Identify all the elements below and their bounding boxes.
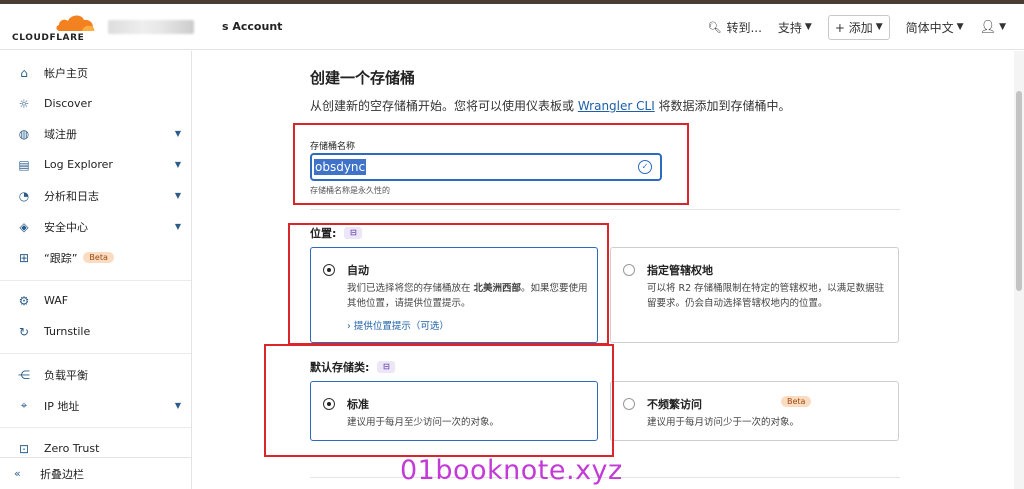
sidebar-item-label: 帐户主页	[44, 66, 88, 80]
sidebar-item-label: “跟踪”	[44, 251, 78, 265]
user-menu[interactable]: 👤︎ ▼	[980, 20, 1006, 35]
refresh-icon: ↻	[18, 324, 30, 339]
support-label: 支持	[777, 20, 802, 35]
log-icon: ▤	[18, 157, 30, 172]
scrollbar[interactable]	[1014, 51, 1024, 489]
chevron-down-icon: ▼	[174, 222, 181, 231]
sidebar-divider	[0, 280, 191, 281]
sidebar-item-home[interactable]: ⌂ 帐户主页	[0, 57, 191, 88]
language-menu[interactable]: 简体中文 ▼	[906, 19, 964, 36]
lock-icon: ⊡	[18, 441, 30, 456]
scrollbar-thumb[interactable]	[1016, 91, 1022, 291]
option-title: 不频繁访问	[647, 398, 702, 411]
sidebar-divider	[0, 353, 191, 354]
add-button[interactable]: + 添加 ▼	[827, 14, 890, 40]
chevron-down-icon: ▼	[174, 191, 181, 200]
option-title: 指定管辖权地	[647, 264, 713, 277]
sidebar-item-analytics[interactable]: ◔ 分析和日志 ▼	[0, 180, 191, 211]
sidebar-item-waf[interactable]: ⚙ WAF	[0, 285, 191, 316]
sidebar-item-label: Turnstile	[44, 325, 91, 338]
wrangler-cli-link[interactable]: Wrangler CLI	[578, 99, 655, 113]
collapse-sidebar-button[interactable]: « 折叠边栏	[0, 457, 191, 489]
radio-unselected[interactable]	[623, 264, 635, 276]
top-header: CLOUDFLARE s Account 🔍︎ 转到... 支持 ▼ + 添加 …	[0, 4, 1024, 50]
sidebar-item-discover[interactable]: ☼ Discover	[0, 88, 191, 119]
chevron-down-icon: ▼	[956, 22, 964, 32]
globe-icon: ◍	[18, 126, 30, 141]
sidebar-item-label: 域注册	[44, 127, 77, 141]
support-menu[interactable]: 支持 ▼	[778, 19, 812, 36]
sidebar-item-label: Log Explorer	[44, 158, 113, 171]
chevron-down-icon: ▼	[875, 22, 883, 32]
shield-icon: ◈	[19, 219, 29, 234]
chevron-down-icon: ▼	[174, 129, 181, 138]
sidebar: ⌂ 帐户主页 ☼ Discover ◍ 域注册 ▼ ▤ Log Explorer…	[0, 51, 192, 489]
sidebar-item-label: 负载平衡	[44, 368, 88, 382]
beta-badge: Beta	[781, 396, 812, 407]
location-jurisdiction-option[interactable]: 指定管辖权地 可以将 R2 存储桶限制在特定的管辖权地，以满足数据驻留要求。仍会…	[610, 247, 899, 343]
highlight-box	[264, 344, 614, 457]
sidebar-item-label: IP 地址	[44, 399, 80, 413]
storage-infrequent-option[interactable]: 不频繁访问 Beta 建议用于每月访问少于一次的对象。	[610, 381, 899, 441]
double-chevron-left-icon: «	[14, 467, 21, 480]
goto-button[interactable]: 🔍︎ 转到...	[707, 19, 761, 36]
highlight-box	[288, 223, 609, 345]
home-icon: ⌂	[20, 65, 28, 80]
chevron-down-icon: ▼	[174, 160, 181, 169]
sidebar-item-label: WAF	[44, 294, 69, 307]
clock-icon: ◔	[18, 188, 30, 203]
collapse-label: 折叠边栏	[40, 467, 84, 481]
option-description: 可以将 R2 存储桶限制在特定的管辖权地，以满足数据驻留要求。仍会自动选择管辖权…	[647, 283, 885, 309]
sidebar-item-ip-addresses[interactable]: ⌖ IP 地址 ▼	[0, 390, 191, 421]
location-icon: ⌖	[20, 398, 28, 412]
chevron-down-icon: ▼	[804, 22, 812, 32]
page-description: 从创建新的空存储桶开始。您将可以使用仪表板或 Wrangler CLI 将数据添…	[310, 97, 791, 114]
sidebar-item-load-balancing[interactable]: ⋲ 负载平衡	[0, 359, 191, 390]
sidebar-item-label: Zero Trust	[44, 442, 100, 455]
network-icon: ⋲	[18, 367, 30, 382]
brand-wordmark: CLOUDFLARE	[12, 33, 85, 43]
sidebar-item-log-explorer[interactable]: ▤ Log Explorer ▼	[0, 149, 191, 180]
section-divider	[310, 209, 900, 210]
cloud-logo-icon	[56, 15, 95, 31]
sidebar-item-label: Discover	[44, 97, 92, 110]
chevron-down-icon: ▼	[174, 401, 181, 410]
goto-label: 转到...	[726, 20, 762, 35]
bulb-icon: ☼	[18, 96, 30, 111]
shield-gear-icon: ⚙	[18, 293, 30, 308]
cloudflare-logo[interactable]: CLOUDFLARE	[12, 12, 95, 44]
option-description: 建议用于每月访问少于一次的对象。	[647, 417, 800, 428]
desc-text: 将数据添加到存储桶中。	[654, 99, 791, 113]
sidebar-item-label: 安全中心	[44, 220, 88, 234]
user-icon: 👤︎	[979, 19, 997, 35]
add-label: + 添加	[834, 20, 873, 35]
sidebar-item-turnstile[interactable]: ↻ Turnstile	[0, 316, 191, 347]
sitemap-icon: ⊞	[18, 250, 30, 265]
sidebar-item-domains[interactable]: ◍ 域注册 ▼	[0, 118, 191, 149]
watermark-text: 01booknote.xyz	[400, 455, 623, 486]
redacted-account-name	[108, 20, 194, 34]
account-label[interactable]: s Account	[222, 20, 282, 33]
language-label: 简体中文	[905, 20, 954, 35]
header-actions: 🔍︎ 转到... 支持 ▼ + 添加 ▼ 简体中文 ▼ 👤︎ ▼	[707, 4, 1024, 50]
sidebar-item-tracking[interactable]: ⊞ “跟踪” Beta	[0, 242, 191, 273]
beta-badge: Beta	[83, 252, 114, 263]
chevron-down-icon: ▼	[999, 22, 1006, 32]
sidebar-item-label: 分析和日志	[44, 189, 99, 203]
radio-unselected[interactable]	[623, 398, 635, 410]
search-icon: 🔍︎	[707, 20, 722, 34]
highlight-box	[293, 123, 689, 205]
page-title: 创建一个存储桶	[310, 69, 416, 87]
sidebar-item-security[interactable]: ◈ 安全中心 ▼	[0, 211, 191, 242]
sidebar-divider	[0, 427, 191, 428]
desc-text: 从创建新的空存储桶开始。您将可以使用仪表板或	[310, 99, 578, 113]
